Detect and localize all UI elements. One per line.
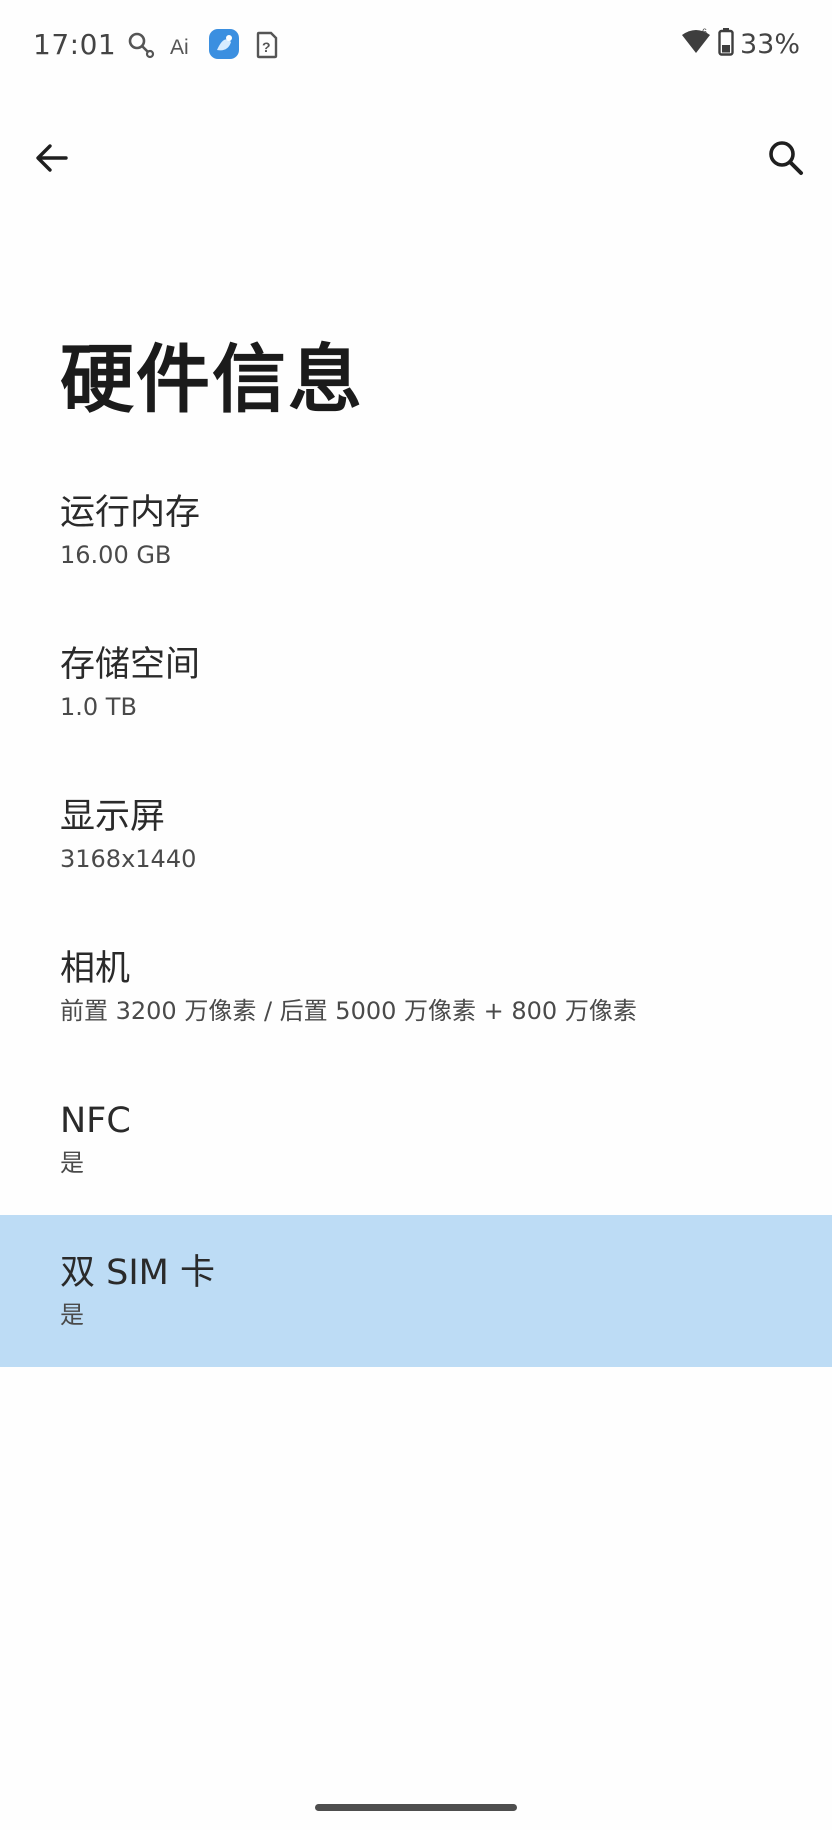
status-right-group: 6 33% — [680, 26, 800, 62]
item-title: 显示屏 — [60, 797, 166, 837]
search-button[interactable] — [754, 126, 818, 190]
arrow-left-icon — [36, 144, 68, 172]
list-item-ram[interactable]: 运行内存 16.00 GB — [0, 455, 832, 607]
item-title: 存储空间 — [60, 645, 201, 685]
wifi-icon: 6 — [680, 27, 712, 61]
item-value: 前置 3200 万像素 / 后置 5000 万像素 + 800 万像素 — [60, 997, 637, 1025]
item-value: 是 — [60, 1149, 84, 1177]
page-title: 硬件信息 — [60, 337, 364, 423]
app-badge-icon — [208, 28, 240, 60]
status-time: 17:01 — [33, 28, 117, 61]
back-button[interactable] — [20, 126, 84, 190]
hardware-info-list: 运行内存 16.00 GB 存储空间 1.0 TB 显示屏 3168x1440 … — [0, 455, 832, 1367]
ai-icon: Ai — [168, 30, 198, 60]
item-title: 运行内存 — [60, 493, 201, 533]
item-value: 16.00 GB — [60, 541, 172, 569]
svg-text:6: 6 — [702, 27, 707, 37]
list-item-camera[interactable]: 相机 前置 3200 万像素 / 后置 5000 万像素 + 800 万像素 — [0, 911, 832, 1063]
status-bar: 17:01 Ai ? 6 33% — [0, 0, 832, 92]
battery-icon — [718, 28, 734, 60]
item-title: 相机 — [60, 949, 131, 989]
item-title: NFC — [60, 1101, 131, 1141]
key-icon — [126, 30, 156, 60]
battery-percent: 33% — [739, 28, 800, 60]
search-icon — [769, 141, 803, 175]
list-item-storage[interactable]: 存储空间 1.0 TB — [0, 607, 832, 759]
list-item-display[interactable]: 显示屏 3168x1440 — [0, 759, 832, 911]
list-item-nfc[interactable]: NFC 是 — [0, 1063, 832, 1215]
item-value: 1.0 TB — [60, 693, 137, 721]
item-value: 是 — [60, 1301, 84, 1329]
svg-text:Ai: Ai — [170, 36, 189, 59]
sim-question-icon: ? — [252, 30, 282, 60]
item-title: 双 SIM 卡 — [60, 1253, 215, 1293]
item-value: 3168x1440 — [60, 845, 197, 873]
svg-text:?: ? — [262, 39, 271, 55]
gesture-nav-handle[interactable] — [315, 1804, 517, 1811]
list-item-dual-sim[interactable]: 双 SIM 卡 是 — [0, 1215, 832, 1367]
